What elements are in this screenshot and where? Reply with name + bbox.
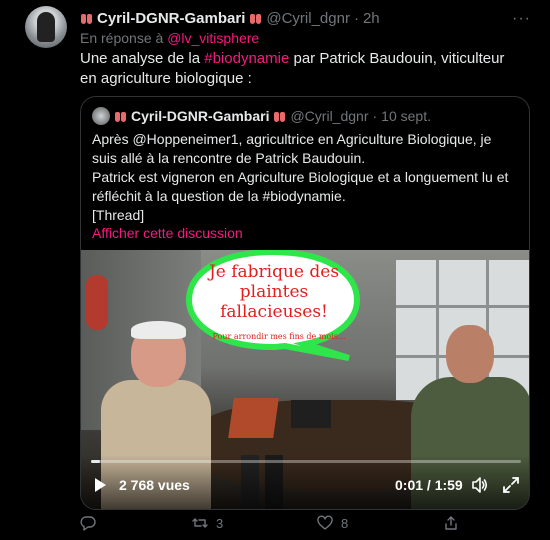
view-count: 2 768 vues <box>119 477 190 493</box>
timestamp[interactable]: 2h <box>363 10 380 27</box>
reply-prefix: En réponse à <box>80 30 164 46</box>
share-button[interactable] <box>443 515 467 531</box>
lungs-icon <box>273 110 286 123</box>
play-icon[interactable] <box>95 478 106 492</box>
more-options-icon[interactable]: ··· <box>512 10 531 28</box>
video-player[interactable]: Je fabrique des plaintes fallacieuses! P… <box>81 250 529 509</box>
heart-icon <box>317 515 333 530</box>
reply-button[interactable] <box>80 515 104 531</box>
tweet-actions: 3 8 <box>80 515 530 537</box>
quoted-text-line: Patrick est vigneron en Agriculture Biol… <box>92 169 509 204</box>
quoted-text-line: [Thread] <box>92 207 145 223</box>
quoted-tweet[interactable]: Cyril-DGNR-Gambari @Cyril_dgnr · 10 sept… <box>80 96 530 510</box>
speech-bubble-subtext: Pour arrondir mes fins de mois... <box>212 332 346 341</box>
speech-bubble-text: Je fabrique des plaintes fallacieuses! <box>208 262 340 322</box>
video-time: 0:01 / 1:59 <box>395 477 463 493</box>
share-icon <box>445 516 457 530</box>
tweet-header: Cyril-DGNR-Gambari @Cyril_dgnr · 2h <box>80 9 380 27</box>
video-book <box>291 400 331 428</box>
like-button[interactable]: 8 <box>317 515 348 531</box>
video-progress-bar[interactable] <box>91 460 521 463</box>
quoted-avatar[interactable] <box>92 107 110 125</box>
avatar[interactable] <box>25 6 67 48</box>
like-count: 8 <box>341 515 349 531</box>
quoted-author-name[interactable]: Cyril-DGNR-Gambari <box>131 108 269 124</box>
tweet-text: Une analyse de la #biodynamie par Patric… <box>80 49 520 89</box>
lungs-icon <box>114 110 127 123</box>
reply-context: En réponse à @lv_vitisphere <box>80 30 259 46</box>
lungs-icon <box>249 12 262 25</box>
reply-icon <box>80 516 96 531</box>
show-thread-link[interactable]: Afficher cette discussion <box>92 225 243 241</box>
volume-icon[interactable] <box>471 476 489 494</box>
fullscreen-icon[interactable] <box>502 476 520 494</box>
author-name[interactable]: Cyril-DGNR-Gambari <box>97 10 245 27</box>
hashtag-link[interactable]: #biodynamie <box>204 50 289 67</box>
retweet-button[interactable]: 3 <box>192 515 223 531</box>
quoted-tweet-header: Cyril-DGNR-Gambari @Cyril_dgnr · 10 sept… <box>92 107 431 125</box>
quoted-text-line: Après @Hoppeneimer1, agricultrice en Agr… <box>92 131 492 166</box>
video-book <box>228 398 279 438</box>
separator-dot: · <box>372 108 378 124</box>
retweet-count: 3 <box>216 515 224 531</box>
quoted-timestamp[interactable]: 10 sept. <box>381 108 431 124</box>
quoted-author-handle[interactable]: @Cyril_dgnr <box>290 108 368 124</box>
tweet-text-start: Une analyse de la <box>80 50 205 67</box>
quoted-tweet-text: Après @Hoppeneimer1, agricultrice en Agr… <box>92 130 512 225</box>
author-handle[interactable]: @Cyril_dgnr <box>266 10 350 27</box>
video-progress-fill <box>91 460 100 463</box>
video-object <box>86 275 108 330</box>
lungs-icon <box>80 12 93 25</box>
retweet-icon <box>192 518 208 528</box>
tweet[interactable]: Cyril-DGNR-Gambari @Cyril_dgnr · 2h ··· … <box>0 0 550 540</box>
reply-mention-link[interactable]: @lv_vitisphere <box>167 30 259 46</box>
separator-dot: · <box>353 9 359 27</box>
